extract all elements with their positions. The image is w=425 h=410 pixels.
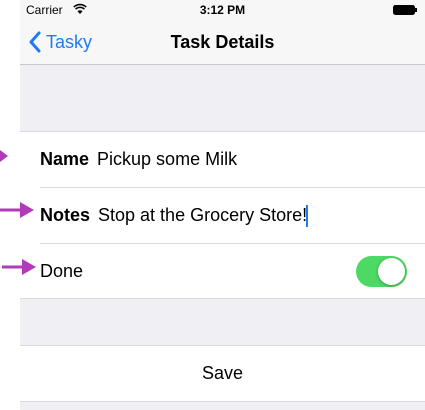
name-arrow-icon	[0, 150, 8, 162]
done-row: Done	[40, 243, 425, 299]
chevron-left-icon	[29, 31, 41, 53]
task-form: Name Notes Stop at the Grocery Store! Do…	[20, 131, 425, 299]
name-row: Name	[40, 132, 425, 187]
navigation-bar: Tasky Task Details	[20, 20, 425, 65]
notes-value: Stop at the Grocery Store!	[98, 205, 308, 225]
name-label: Name	[40, 149, 90, 169]
save-section: Save	[20, 345, 425, 402]
done-label: Done	[40, 261, 84, 281]
notes-label: Notes	[40, 205, 91, 225]
done-arrow-icon	[2, 259, 36, 275]
notes-row: Notes Stop at the Grocery Store!	[40, 187, 425, 243]
done-toggle[interactable]	[356, 256, 407, 287]
task-details-screen: Carrier 3:12 PM Tasky Task Details Name …	[20, 0, 425, 410]
toggle-knob	[378, 258, 405, 285]
text-cursor	[306, 204, 309, 227]
name-field[interactable]	[97, 149, 378, 170]
back-button-label: Tasky	[46, 31, 93, 52]
back-button[interactable]: Tasky	[28, 20, 92, 64]
status-time: 3:12 PM	[199, 3, 246, 17]
battery-icon	[393, 5, 417, 15]
notes-arrow-icon	[0, 202, 34, 218]
status-bar: Carrier 3:12 PM	[20, 0, 425, 20]
notes-field[interactable]: Stop at the Grocery Store!	[98, 204, 309, 227]
save-button[interactable]: Save	[20, 346, 425, 401]
